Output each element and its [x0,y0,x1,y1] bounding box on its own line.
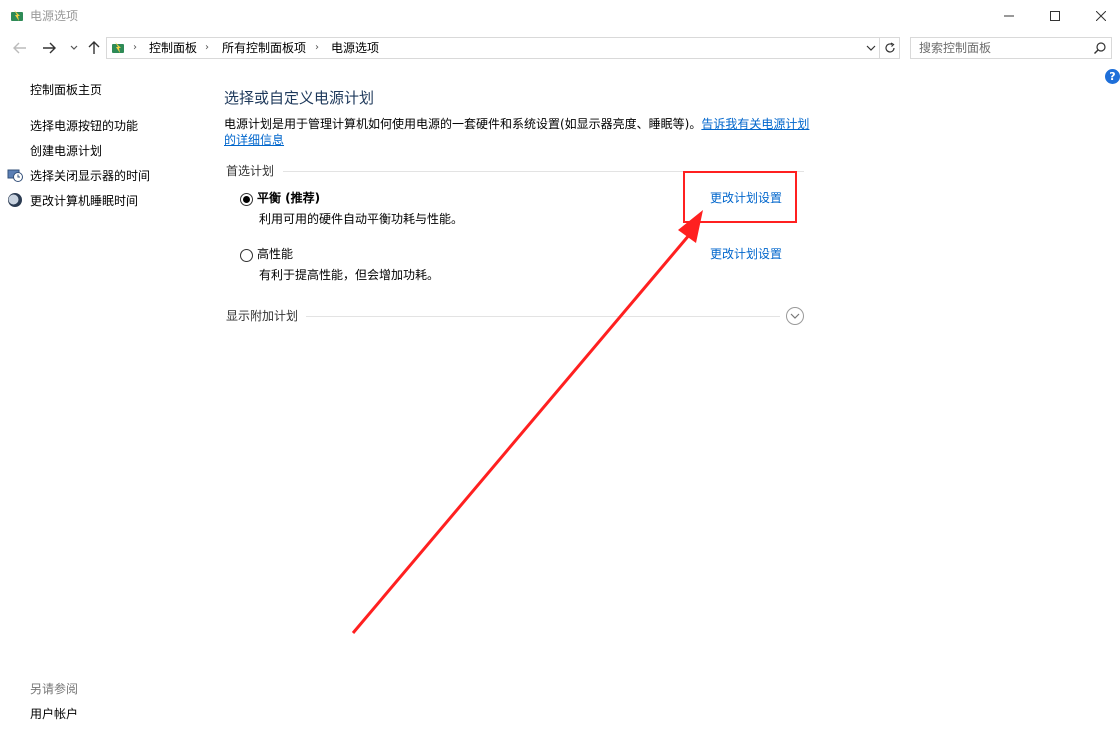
up-button[interactable] [86,40,102,56]
close-button[interactable] [1078,0,1120,32]
help-icon[interactable]: ? [1105,69,1120,84]
see-also-user-accounts[interactable]: 用户帐户 [30,707,78,721]
chevron-right-icon: › [315,42,319,53]
chevron-down-icon [790,313,800,319]
expand-button[interactable] [786,307,804,325]
breadcrumb-control-panel[interactable]: 控制面板 [149,41,197,55]
monitor-clock-icon [7,169,23,182]
close-icon [1096,11,1106,21]
maximize-button[interactable] [1032,0,1078,32]
power-options-icon [11,10,23,21]
control-panel-icon [112,42,124,53]
sidebar-home-link[interactable]: 控制面板主页 [30,83,102,97]
annotation-arrow [351,210,703,634]
search-input[interactable] [919,41,1089,55]
arrow-up-icon [88,41,100,54]
forward-button[interactable] [41,40,57,56]
arrow-left-icon [13,42,26,54]
chevron-down-icon [70,45,78,50]
chevron-right-icon: › [133,42,137,53]
search-icon[interactable] [1093,41,1107,55]
plan-high-performance-description: 有利于提高性能，但会增加功耗。 [259,268,440,282]
sidebar-link-sleep-time[interactable]: 更改计算机睡眠时间 [30,194,138,208]
back-button[interactable] [12,40,28,56]
recent-locations-button[interactable] [66,40,82,56]
plan-balanced-name[interactable]: 平衡 (推荐) [257,191,320,205]
address-bar[interactable]: › 控制面板 › 所有控制面板项 › 电源选项 [106,37,880,59]
preferred-plans-label: 首选计划 [226,164,275,178]
page-description: 电源计划是用于管理计算机如何使用电源的一套硬件和系统设置(如显示器亮度、睡眠等)… [224,116,814,148]
description-text: 电源计划是用于管理计算机如何使用电源的一套硬件和系统设置(如显示器亮度、睡眠等)… [224,117,702,131]
sidebar-link-create-plan[interactable]: 创建电源计划 [30,144,102,158]
search-box[interactable] [910,37,1112,59]
page-title: 选择或自定义电源计划 [224,89,375,107]
breadcrumb-power-options[interactable]: 电源选项 [331,41,379,55]
plan-high-performance-name[interactable]: 高性能 [257,247,293,261]
title-bar: 电源选项 [0,0,1120,32]
moon-icon [8,193,22,207]
minimize-button[interactable] [986,0,1032,32]
show-additional-plans-label[interactable]: 显示附加计划 [226,309,298,323]
see-also-heading: 另请参阅 [30,682,79,696]
highlight-box [683,171,797,223]
plan-balanced-description: 利用可用的硬件自动平衡功耗与性能。 [259,212,464,226]
refresh-icon [884,42,895,53]
breadcrumb-all-items[interactable]: 所有控制面板项 [222,41,306,55]
change-plan-settings-link[interactable]: 更改计划设置 [710,247,782,261]
sidebar-link-power-buttons[interactable]: 选择电源按钮的功能 [30,119,138,133]
plan-high-performance-radio[interactable] [240,249,253,262]
arrow-right-icon [43,42,56,54]
group-divider [306,316,780,317]
minimize-icon [1004,15,1014,17]
sidebar-link-display-off[interactable]: 选择关闭显示器的时间 [30,169,150,183]
maximize-icon [1050,11,1060,21]
refresh-button[interactable] [880,37,900,59]
plan-balanced-radio[interactable] [240,193,253,206]
window-title: 电源选项 [30,9,79,23]
chevron-down-icon[interactable] [865,42,877,54]
chevron-right-icon: › [205,42,209,53]
